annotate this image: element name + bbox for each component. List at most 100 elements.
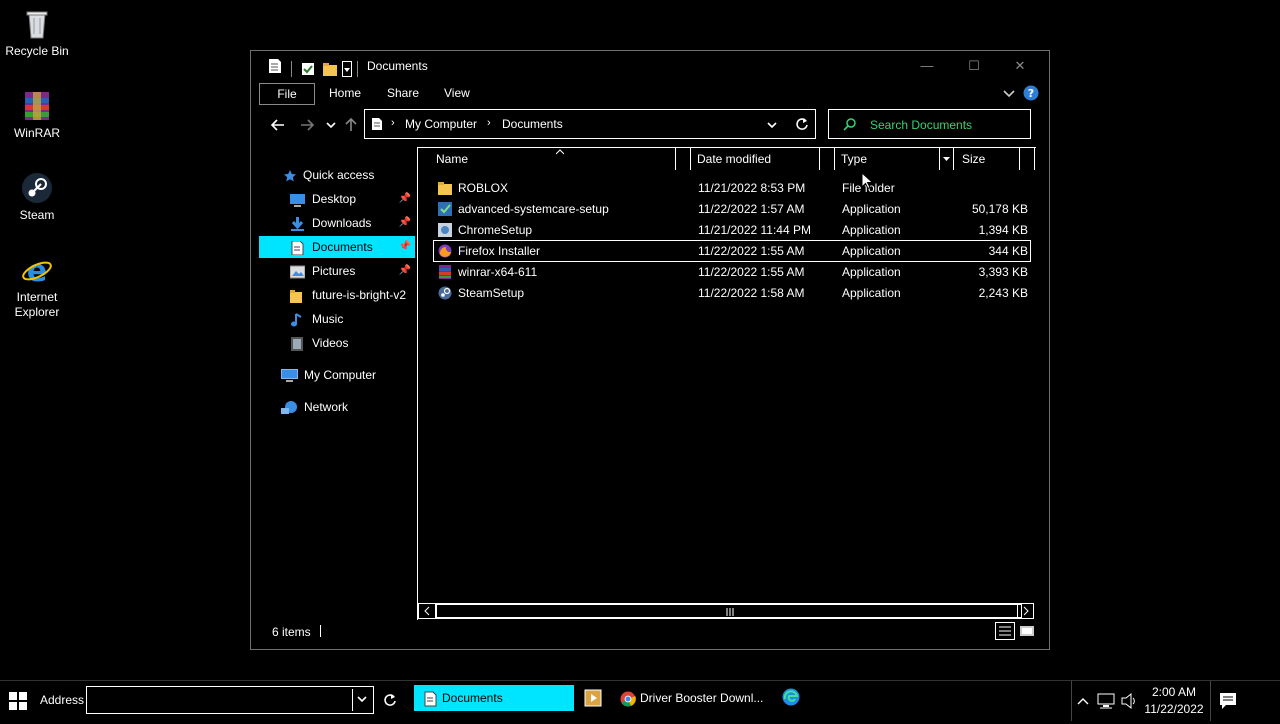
column-header-type[interactable]: Type (841, 148, 867, 170)
file-date: 11/21/2022 11:44 PM (698, 223, 811, 237)
address-bar[interactable]: › My Computer › Documents (364, 109, 816, 139)
file-size: 50,178 KB (971, 202, 1028, 216)
action-center-icon[interactable] (1210, 681, 1245, 721)
desktop-icon-internet-explorer[interactable]: e Internet Explorer (0, 254, 75, 320)
file-type: Application (842, 202, 901, 216)
sidebar-item-desktop[interactable]: Desktop 📌 (285, 188, 415, 210)
minimize-button[interactable]: — (912, 55, 942, 77)
taskbar-address-input[interactable] (86, 686, 374, 714)
pictures-icon (289, 264, 306, 279)
show-hidden-icons-button[interactable] (1071, 681, 1094, 721)
tab-home[interactable]: Home (319, 83, 371, 103)
column-filter-dropdown-icon[interactable] (939, 148, 954, 170)
back-button[interactable] (268, 115, 288, 135)
forward-button[interactable] (297, 115, 317, 135)
close-button[interactable]: ✕ (1005, 55, 1035, 77)
maximize-button[interactable]: ☐ (959, 55, 989, 77)
windows-start-icon[interactable] (9, 692, 27, 713)
column-divider (1034, 148, 1035, 170)
table-row[interactable]: advanced-systemcare-setup 11/22/2022 1:5… (434, 199, 1030, 219)
sidebar-item-future-is-bright-v2[interactable]: future-is-bright-v2 (285, 284, 415, 306)
status-bar: 6 items (251, 619, 1049, 645)
horizontal-scrollbar[interactable] (418, 603, 1034, 619)
pin-icon: 📌 (398, 193, 411, 204)
column-header-name[interactable]: Name (436, 148, 468, 170)
nav-quick-access[interactable]: Quick access (283, 164, 413, 186)
tab-share[interactable]: Share (377, 83, 429, 103)
tab-file[interactable]: File (259, 83, 315, 105)
up-button[interactable] (341, 115, 361, 135)
edge-icon[interactable] (782, 688, 800, 709)
videos-icon (290, 336, 305, 351)
media-player-icon[interactable] (584, 689, 602, 710)
file-list: Name Date modified Type Size ROBLOX 11/2… (417, 147, 1036, 620)
breadcrumb-documents[interactable]: Documents (502, 117, 563, 131)
table-row[interactable]: ROBLOX 11/21/2022 8:53 PM File folder (434, 178, 1030, 198)
breadcrumb-my-computer[interactable]: My Computer (405, 117, 477, 131)
details-view-icon[interactable] (995, 622, 1015, 640)
tab-view[interactable]: View (434, 83, 480, 103)
pin-icon: 📌 (398, 217, 411, 228)
desktop-icon-winrar[interactable]: WinRAR (0, 90, 75, 141)
file-date: 11/22/2022 1:55 AM (698, 244, 805, 258)
address-dropdown-icon[interactable] (352, 689, 372, 711)
desktop-icon-label: Internet Explorer (14, 290, 60, 319)
table-row[interactable]: SteamSetup 11/22/2022 1:58 AM Applicatio… (434, 283, 1030, 303)
properties-icon[interactable] (301, 62, 315, 76)
search-input[interactable]: Search Documents (828, 109, 1031, 139)
system-clock[interactable]: 2:00 AM 11/22/2022 (1140, 684, 1208, 718)
recent-locations-icon[interactable] (321, 115, 341, 135)
divider (291, 61, 292, 77)
new-folder-icon[interactable] (323, 62, 337, 76)
clock-date: 11/22/2022 (1144, 702, 1204, 716)
file-name: winrar-x64-611 (458, 265, 538, 279)
file-size: 3,393 KB (978, 265, 1028, 279)
steam-icon (21, 172, 53, 204)
table-row[interactable]: ChromeSetup 11/21/2022 11:44 PM Applicat… (434, 220, 1030, 240)
ribbon-tabs: File Home Share View ? (251, 81, 1049, 107)
column-header-size[interactable]: Size (962, 148, 985, 170)
help-icon[interactable]: ? (1023, 85, 1039, 101)
scroll-thumb[interactable] (436, 604, 1022, 618)
title-bar[interactable]: Documents — ☐ ✕ (251, 51, 1049, 81)
file-date: 11/22/2022 1:57 AM (698, 202, 805, 216)
taskbar-item-documents[interactable]: Documents (414, 685, 574, 711)
refresh-icon[interactable] (383, 693, 397, 710)
sidebar-item-pictures[interactable]: Pictures 📌 (285, 260, 415, 282)
nav-my-computer[interactable]: My Computer (281, 364, 415, 386)
large-icons-view-icon[interactable] (1019, 623, 1035, 639)
desktop-icon-recycle-bin[interactable]: Recycle Bin (0, 8, 75, 59)
item-count: 6 items (272, 625, 311, 639)
table-row[interactable]: winrar-x64-611 11/22/2022 1:55 AM Applic… (434, 262, 1030, 282)
expand-ribbon-icon[interactable] (1001, 86, 1017, 102)
refresh-icon[interactable] (795, 117, 809, 134)
sidebar-item-videos[interactable]: Videos (285, 332, 415, 354)
sidebar-item-documents[interactable]: Documents 📌 (259, 236, 415, 258)
scroll-right-icon[interactable] (1017, 604, 1034, 618)
taskbar-item-driver-booster[interactable]: Driver Booster Downl... (614, 685, 768, 711)
volume-icon[interactable] (1120, 692, 1138, 713)
taskbar: Address Documents Driver Booster Downl..… (0, 680, 1280, 721)
scroll-left-icon[interactable] (419, 604, 436, 618)
nav-network[interactable]: Network (281, 396, 415, 418)
desktop-icon-steam[interactable]: Steam (0, 172, 75, 223)
explorer-window: Documents — ☐ ✕ File Home Share View ? ›… (250, 50, 1050, 650)
table-row[interactable]: Firefox Installer 11/22/2022 1:55 AM App… (433, 240, 1031, 262)
column-header-date-modified[interactable]: Date modified (697, 148, 771, 170)
chrome-icon (620, 690, 636, 716)
file-name: advanced-systemcare-setup (458, 202, 609, 216)
network-tray-icon[interactable] (1097, 692, 1115, 713)
network-icon (281, 400, 298, 414)
sidebar-item-music[interactable]: Music (285, 308, 415, 330)
internet-explorer-icon: e (21, 254, 53, 289)
file-name: SteamSetup (458, 286, 525, 300)
sidebar-item-downloads[interactable]: Downloads 📌 (285, 212, 415, 234)
svg-text:?: ? (1028, 87, 1034, 100)
column-divider (675, 148, 676, 170)
customize-quick-access-icon[interactable] (342, 61, 352, 77)
file-type: Application (842, 244, 901, 258)
divider (357, 61, 358, 77)
address-dropdown-icon[interactable] (766, 119, 778, 134)
search-icon (843, 117, 857, 134)
desktop-icon-label: WinRAR (13, 126, 60, 140)
